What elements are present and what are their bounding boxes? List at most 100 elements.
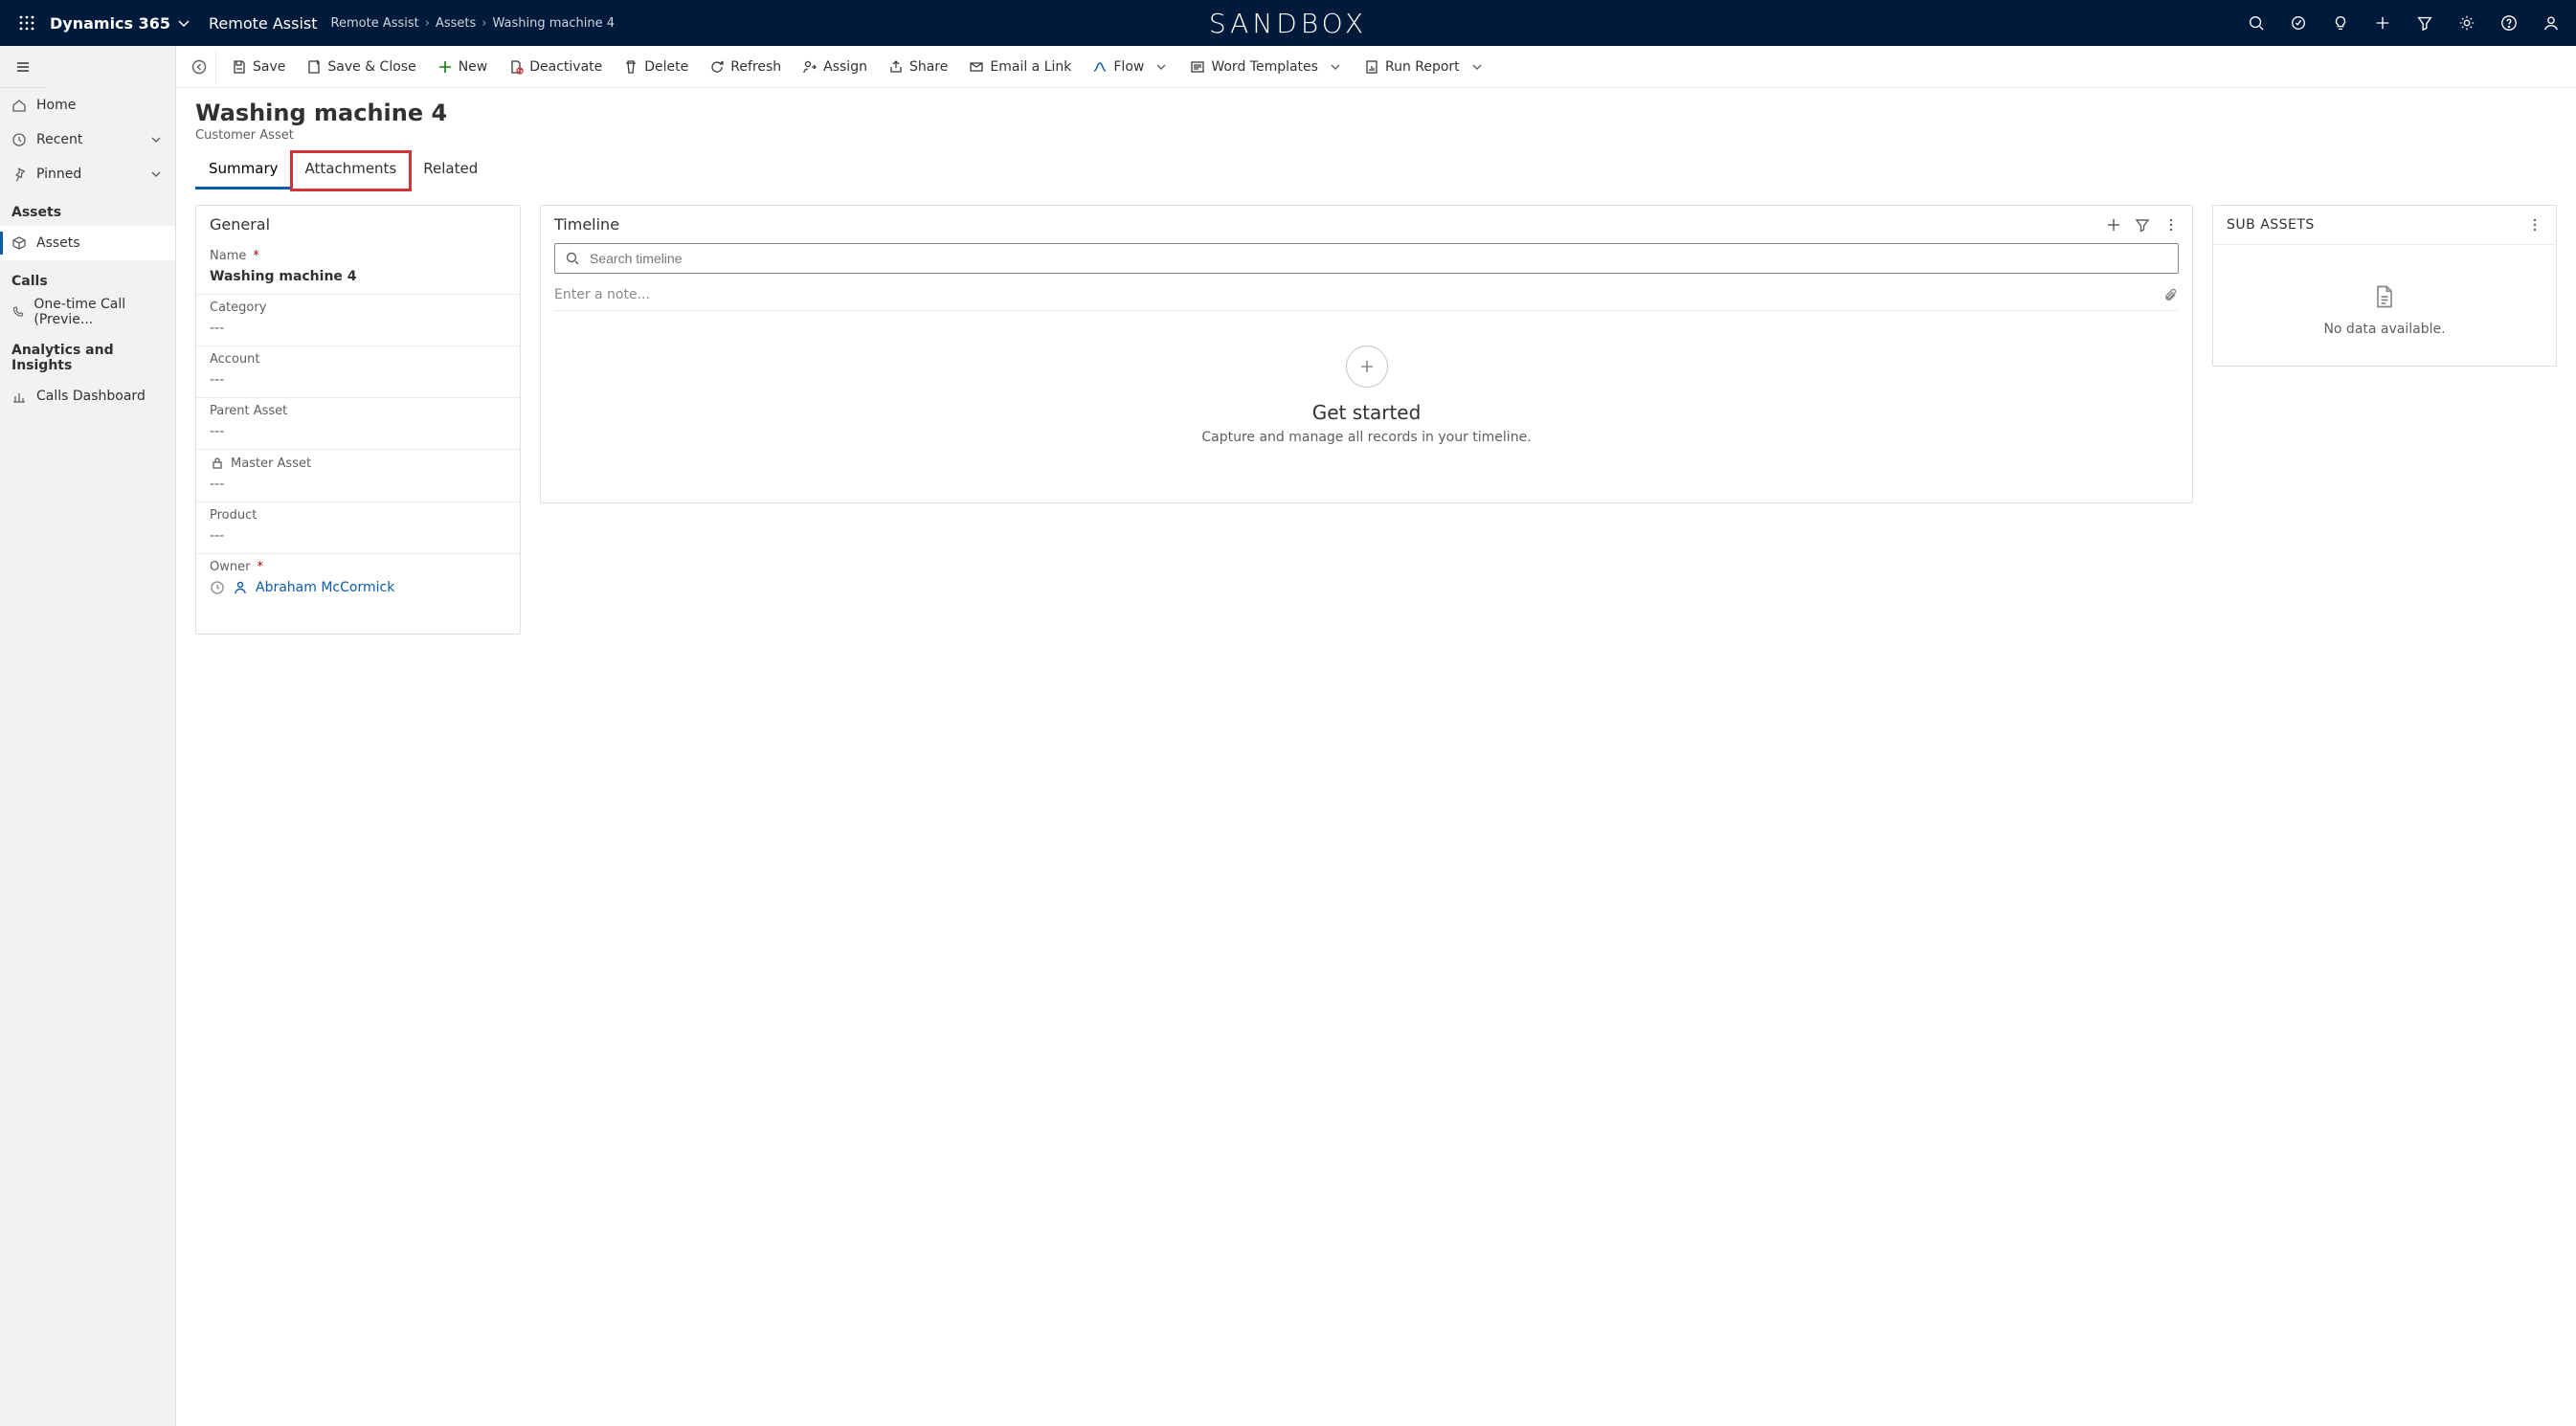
- share-icon: [888, 59, 904, 75]
- timeline-title: Timeline: [554, 215, 619, 234]
- pin-icon: [11, 167, 27, 182]
- note-entry[interactable]: Enter a note...: [554, 281, 2179, 311]
- chevron-down-icon: [148, 167, 164, 182]
- more-icon[interactable]: [2527, 217, 2542, 233]
- tab-summary[interactable]: Summary: [195, 152, 292, 189]
- cube-icon: [11, 235, 27, 251]
- back-button[interactable]: [182, 50, 216, 84]
- report-icon: [1364, 59, 1379, 75]
- chevron-down-icon: [1154, 59, 1169, 75]
- nav-label: Recent: [36, 132, 82, 147]
- clock-icon: [210, 580, 225, 595]
- user-icon[interactable]: [2530, 0, 2572, 46]
- phone-icon: [11, 304, 24, 320]
- brand-label: Dynamics 365: [50, 14, 170, 33]
- top-nav-bar: Dynamics 365 Remote Assist Remote Assist…: [0, 0, 2576, 46]
- field-account[interactable]: Account ---: [196, 346, 520, 398]
- field-owner[interactable]: Owner* Abraham McCormick: [196, 554, 520, 605]
- timeline-search[interactable]: [554, 243, 2179, 274]
- chart-icon: [11, 389, 27, 404]
- nav-home[interactable]: Home: [0, 88, 175, 123]
- refresh-button[interactable]: Refresh: [700, 50, 791, 84]
- field-product[interactable]: Product ---: [196, 502, 520, 554]
- nav-assets[interactable]: Assets: [0, 226, 175, 260]
- word-templates-button[interactable]: Word Templates: [1180, 50, 1353, 84]
- gear-icon[interactable]: [2446, 0, 2488, 46]
- general-title: General: [210, 215, 270, 234]
- filter-icon[interactable]: [2135, 217, 2150, 233]
- chevron-down-icon: [1328, 59, 1343, 75]
- home-icon: [11, 98, 27, 113]
- lock-icon: [210, 456, 225, 471]
- save-icon: [232, 59, 247, 75]
- chevron-down-icon: [1469, 59, 1485, 75]
- required-indicator: *: [253, 249, 259, 263]
- email-link-button[interactable]: Email a Link: [959, 50, 1081, 84]
- owner-link[interactable]: Abraham McCormick: [256, 580, 394, 595]
- attachment-icon[interactable]: [2163, 287, 2179, 302]
- required-indicator: *: [257, 560, 263, 574]
- command-bar: Save Save & Close New Deactivate Delete …: [176, 46, 2576, 88]
- timeline-card: Timeline Enter a note...: [540, 205, 2193, 503]
- nav-label: Assets: [36, 235, 80, 251]
- nav-label: One-time Call (Previe...: [34, 297, 164, 327]
- plus-icon: [437, 59, 453, 75]
- field-category[interactable]: Category ---: [196, 295, 520, 346]
- nav-label: Pinned: [36, 167, 81, 182]
- lightbulb-icon[interactable]: [2319, 0, 2362, 46]
- timeline-empty-state: Get started Capture and manage all recor…: [541, 319, 2192, 502]
- plus-icon[interactable]: [2362, 0, 2404, 46]
- delete-button[interactable]: Delete: [614, 50, 698, 84]
- chevron-down-icon: [176, 15, 191, 31]
- field-master-asset[interactable]: Master Asset ---: [196, 450, 520, 502]
- clock-icon: [11, 132, 27, 147]
- timeline-search-input[interactable]: [588, 250, 2168, 267]
- nav-pinned[interactable]: Pinned: [0, 157, 175, 191]
- sub-assets-card: SUB ASSETS No data available.: [2212, 205, 2557, 367]
- deactivate-button[interactable]: Deactivate: [499, 50, 612, 84]
- left-sidebar: Home Recent Pinned Assets Assets Calls O…: [0, 46, 176, 1426]
- nav-recent[interactable]: Recent: [0, 123, 175, 157]
- top-actions: [2235, 0, 2572, 46]
- app-launcher-icon[interactable]: [4, 0, 50, 46]
- nav-group-title: Analytics and Insights: [0, 329, 175, 379]
- deactivate-icon: [508, 59, 524, 75]
- field-name[interactable]: Name* Washing machine 4: [196, 243, 520, 295]
- nav-one-time-call[interactable]: One-time Call (Previe...: [0, 295, 175, 329]
- save-close-button[interactable]: Save & Close: [297, 50, 425, 84]
- assign-button[interactable]: Assign: [793, 50, 877, 84]
- trash-icon: [623, 59, 638, 75]
- chevron-down-icon: [148, 132, 164, 147]
- task-icon[interactable]: [2277, 0, 2319, 46]
- tab-related[interactable]: Related: [410, 152, 491, 189]
- help-icon[interactable]: [2488, 0, 2530, 46]
- breadcrumb-item[interactable]: Assets: [436, 16, 476, 31]
- tab-attachments[interactable]: Attachments: [292, 152, 411, 189]
- search-icon: [565, 251, 580, 266]
- nav-group-title: Calls: [0, 260, 175, 295]
- breadcrumb-item[interactable]: Remote Assist: [331, 16, 419, 31]
- timeline-add-button[interactable]: [1346, 345, 1388, 388]
- brand-dropdown[interactable]: Dynamics 365: [50, 14, 195, 33]
- chevron-right-icon: ›: [425, 16, 430, 31]
- nav-calls-dashboard[interactable]: Calls Dashboard: [0, 379, 175, 413]
- chevron-right-icon: ›: [482, 16, 486, 31]
- filter-icon[interactable]: [2404, 0, 2446, 46]
- search-icon[interactable]: [2235, 0, 2277, 46]
- breadcrumb-item[interactable]: Washing machine 4: [492, 16, 615, 31]
- save-button[interactable]: Save: [222, 50, 295, 84]
- nav-label: Home: [36, 98, 76, 113]
- sidebar-toggle[interactable]: [0, 46, 46, 88]
- record-tabs: Summary Attachments Related: [176, 152, 2576, 189]
- save-close-icon: [306, 59, 322, 75]
- new-button[interactable]: New: [428, 50, 498, 84]
- more-icon[interactable]: [2163, 217, 2179, 233]
- nav-label: Calls Dashboard: [36, 389, 146, 404]
- sandbox-label: SANDBOX: [1209, 8, 1367, 39]
- refresh-icon: [709, 59, 725, 75]
- flow-button[interactable]: Flow: [1083, 50, 1178, 84]
- share-button[interactable]: Share: [879, 50, 957, 84]
- plus-icon[interactable]: [2106, 217, 2121, 233]
- run-report-button[interactable]: Run Report: [1355, 50, 1494, 84]
- field-parent-asset[interactable]: Parent Asset ---: [196, 398, 520, 450]
